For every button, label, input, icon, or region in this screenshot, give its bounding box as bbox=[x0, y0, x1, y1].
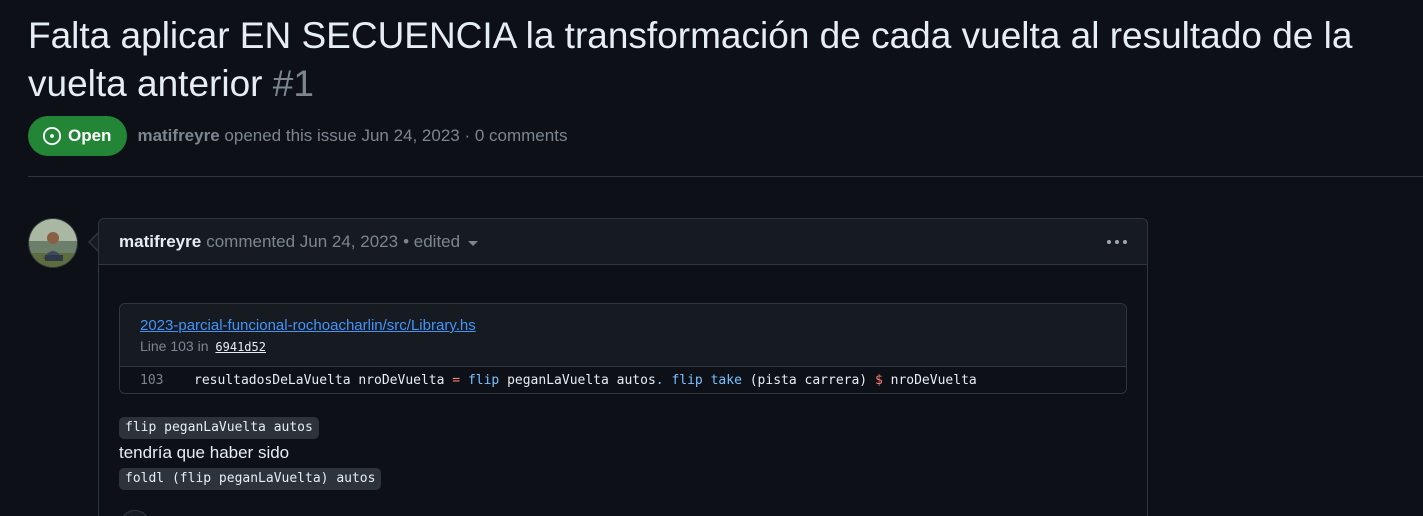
issue-page: Falta aplicar EN SECUENCIA la transforma… bbox=[0, 0, 1423, 516]
kebab-menu-icon[interactable] bbox=[1107, 239, 1127, 244]
line-label: Line 103 in bbox=[140, 338, 209, 354]
inline-code-before: flip peganLaVuelta autos bbox=[119, 417, 319, 439]
comment-paragraph: tendría que haber sido bbox=[119, 443, 290, 462]
avatar[interactable] bbox=[28, 218, 78, 268]
issue-open-icon bbox=[42, 126, 62, 146]
line-number: 103 bbox=[140, 372, 164, 388]
edited-label: • edited bbox=[403, 231, 461, 251]
issue-number: #1 bbox=[272, 63, 314, 104]
issue-meta: Open matifreyre opened this issue Jun 24… bbox=[28, 116, 567, 156]
comment-author-link[interactable]: matifreyre bbox=[119, 232, 201, 252]
comment-header: matifreyre commented Jun 24, 2023 • edit… bbox=[99, 219, 1147, 265]
edited-dropdown[interactable]: • edited bbox=[403, 231, 479, 252]
issue-title-line2: vuelta anterior bbox=[28, 63, 263, 104]
status-label: Open bbox=[68, 126, 112, 145]
comment-body: 2023-parcial-funcional-rochoacharlin/src… bbox=[99, 265, 1147, 490]
commit-sha-link[interactable]: 6941d52 bbox=[215, 340, 266, 354]
comment-box: matifreyre commented Jun 24, 2023 • edit… bbox=[98, 218, 1148, 516]
issue-title-line1: Falta aplicar EN SECUENCIA la transforma… bbox=[28, 15, 1353, 56]
file-link[interactable]: 2023-parcial-funcional-rochoacharlin/src… bbox=[140, 316, 1106, 336]
issue-author-link[interactable]: matifreyre bbox=[137, 126, 219, 145]
code-permalink: 2023-parcial-funcional-rochoacharlin/src… bbox=[119, 303, 1127, 394]
code-content: resultadosDeLaVuelta nroDeVuelta = flip … bbox=[194, 372, 977, 388]
caret-down-icon bbox=[468, 240, 479, 246]
avatar-image bbox=[29, 219, 77, 267]
issue-title: Falta aplicar EN SECUENCIA la transforma… bbox=[28, 12, 1423, 108]
comment-date-text[interactable]: commented Jun 24, 2023 bbox=[206, 232, 398, 252]
line-ref: Line 103 in 6941d52 bbox=[140, 337, 1106, 356]
code-line: 103 resultadosDeLaVuelta nroDeVuelta = f… bbox=[120, 367, 1126, 393]
code-permalink-header: 2023-parcial-funcional-rochoacharlin/src… bbox=[120, 304, 1126, 367]
issue-opened-text: opened this issue Jun 24, 2023 · 0 comme… bbox=[224, 126, 568, 145]
status-badge: Open bbox=[28, 116, 128, 156]
inline-code-after: foldl (flip peganLaVuelta) autos bbox=[119, 468, 382, 490]
issue-meta-text: matifreyre opened this issue Jun 24, 202… bbox=[137, 126, 567, 146]
header-divider bbox=[28, 176, 1423, 177]
